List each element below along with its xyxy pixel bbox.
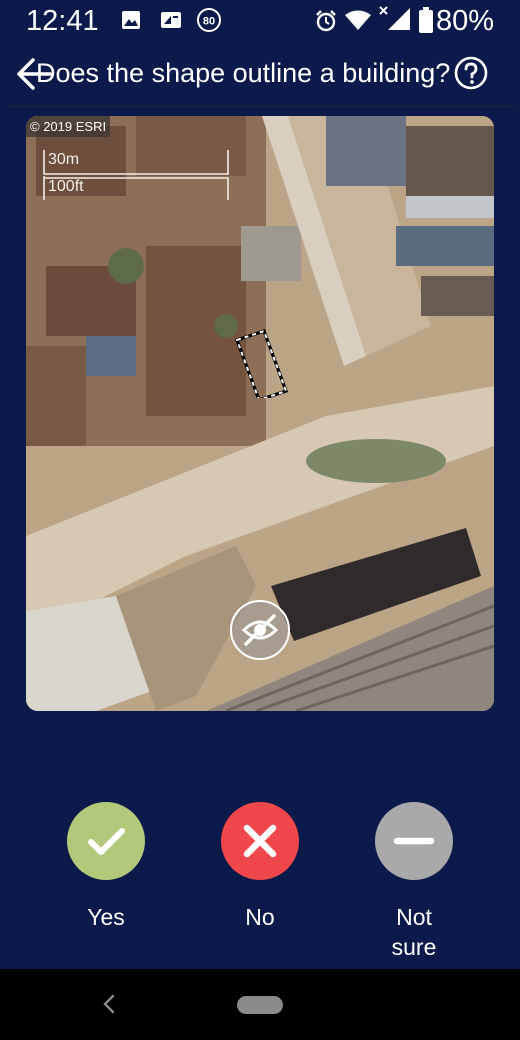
not-sure-label: Not sure [359, 902, 469, 962]
map-copyright: © 2019 ESRI [26, 116, 111, 137]
eye-off-icon [241, 614, 279, 646]
building-outline-shape [234, 328, 289, 398]
cell-signal-icon [379, 6, 410, 30]
help-icon[interactable] [453, 55, 489, 91]
status-bar: 12:41 80 80% [0, 0, 520, 42]
hide-shape-button[interactable] [230, 600, 290, 660]
not-sure-button[interactable] [375, 802, 453, 880]
not-sure-label-line2: sure [391, 934, 437, 960]
badge-80-icon: 80 [197, 8, 221, 32]
alarm-icon [316, 10, 336, 32]
status-time: 12:41 [26, 5, 99, 37]
app-bar: Does the shape outline a building? [0, 42, 520, 104]
scale-imperial-label: 100ft [48, 178, 84, 195]
nav-back-icon[interactable] [98, 991, 120, 1017]
checkmark-icon [88, 828, 125, 855]
news-notification-icon [161, 12, 181, 28]
battery-icon [419, 7, 433, 33]
back-arrow-icon[interactable] [14, 54, 54, 94]
badge-80-text: 80 [203, 16, 215, 28]
no-button[interactable] [221, 802, 299, 880]
battery-percentage: 80% [435, 5, 494, 37]
no-label: No [245, 904, 275, 930]
aerial-map[interactable]: © 2019 ESRI 30m 100ft [26, 116, 494, 711]
wifi-icon [345, 10, 371, 30]
nav-home-pill[interactable] [237, 996, 283, 1014]
scale-metric-label: 30m [48, 151, 80, 168]
image-notification-icon [122, 11, 140, 29]
close-x-icon [243, 824, 277, 858]
yes-button[interactable] [67, 802, 145, 880]
minus-icon [393, 837, 435, 845]
page-title: Does the shape outline a building? [36, 58, 451, 88]
yes-label: Yes [87, 904, 125, 930]
not-sure-label-line1: Not [396, 904, 432, 930]
header-divider [8, 105, 514, 108]
